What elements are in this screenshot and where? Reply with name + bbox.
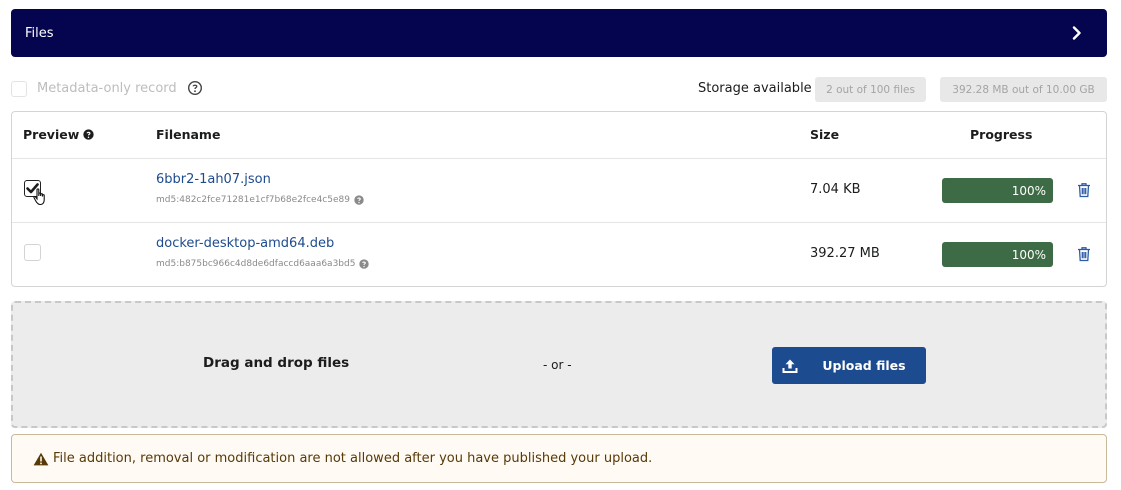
md5-text: md5:b875bc966c4d8de6dfaccd6aaa6a3bd5 — [156, 259, 356, 269]
column-size: Size — [810, 127, 840, 142]
md5-text: md5:482c2fce71281e1cf7b68e2fce4c5e89 — [156, 195, 350, 205]
storage-size-badge: 392.28 MB out of 10.00 GB — [940, 77, 1107, 102]
files-table: Preview Filename Size Progress 6bbr2-1ah… — [11, 111, 1107, 287]
preview-checkbox[interactable] — [24, 244, 41, 261]
progress-bar: 100% — [942, 178, 1053, 203]
upload-files-label: Upload files — [822, 358, 906, 373]
files-accordion-header[interactable]: Files — [11, 9, 1107, 57]
warning-message: File addition, removal or modification a… — [11, 434, 1107, 483]
table-row: docker-desktop-amd64.deb md5:b875bc966c4… — [12, 223, 1106, 287]
help-circle-icon[interactable] — [83, 129, 94, 140]
table-header: Preview Filename Size Progress — [12, 112, 1106, 159]
file-dropzone[interactable]: Drag and drop files - or - Upload files — [11, 301, 1107, 428]
warning-text: File addition, removal or modification a… — [53, 451, 653, 466]
help-circle-icon[interactable] — [359, 259, 370, 269]
column-filename: Filename — [156, 127, 221, 142]
upload-icon — [772, 347, 808, 384]
trash-icon[interactable] — [1077, 246, 1091, 262]
warning-triangle-icon — [33, 452, 49, 465]
column-progress: Progress — [970, 127, 1033, 142]
md5-checksum: md5:482c2fce71281e1cf7b68e2fce4c5e89 — [156, 195, 364, 205]
file-link[interactable]: docker-desktop-amd64.deb — [156, 236, 334, 251]
hand-cursor-icon — [33, 188, 49, 206]
storage-available-label: Storage available — [698, 81, 812, 96]
metadata-only-label: Metadata-only record — [37, 81, 177, 96]
md5-checksum: md5:b875bc966c4d8de6dfaccd6aaa6a3bd5 — [156, 259, 370, 269]
metadata-row: Metadata-only record Storage available 2… — [11, 76, 1107, 102]
dropzone-text: Drag and drop files — [203, 355, 350, 371]
column-preview-label: Preview — [23, 127, 80, 142]
file-size: 7.04 KB — [810, 182, 861, 197]
file-link[interactable]: 6bbr2-1ah07.json — [156, 172, 271, 187]
metadata-only-checkbox[interactable] — [11, 81, 27, 97]
progress-bar: 100% — [942, 242, 1053, 267]
chevron-right-icon[interactable] — [1069, 25, 1085, 41]
upload-files-button[interactable]: Upload files — [772, 347, 926, 384]
table-row: 6bbr2-1ah07.json md5:482c2fce71281e1cf7b… — [12, 159, 1106, 223]
files-count-badge: 2 out of 100 files — [815, 77, 926, 102]
trash-icon[interactable] — [1077, 182, 1091, 198]
file-size: 392.27 MB — [810, 246, 880, 261]
files-title: Files — [25, 25, 54, 41]
column-preview: Preview — [23, 127, 94, 142]
help-circle-icon[interactable] — [187, 80, 203, 96]
dropzone-or: - or - — [543, 358, 572, 372]
help-circle-icon[interactable] — [354, 195, 364, 205]
